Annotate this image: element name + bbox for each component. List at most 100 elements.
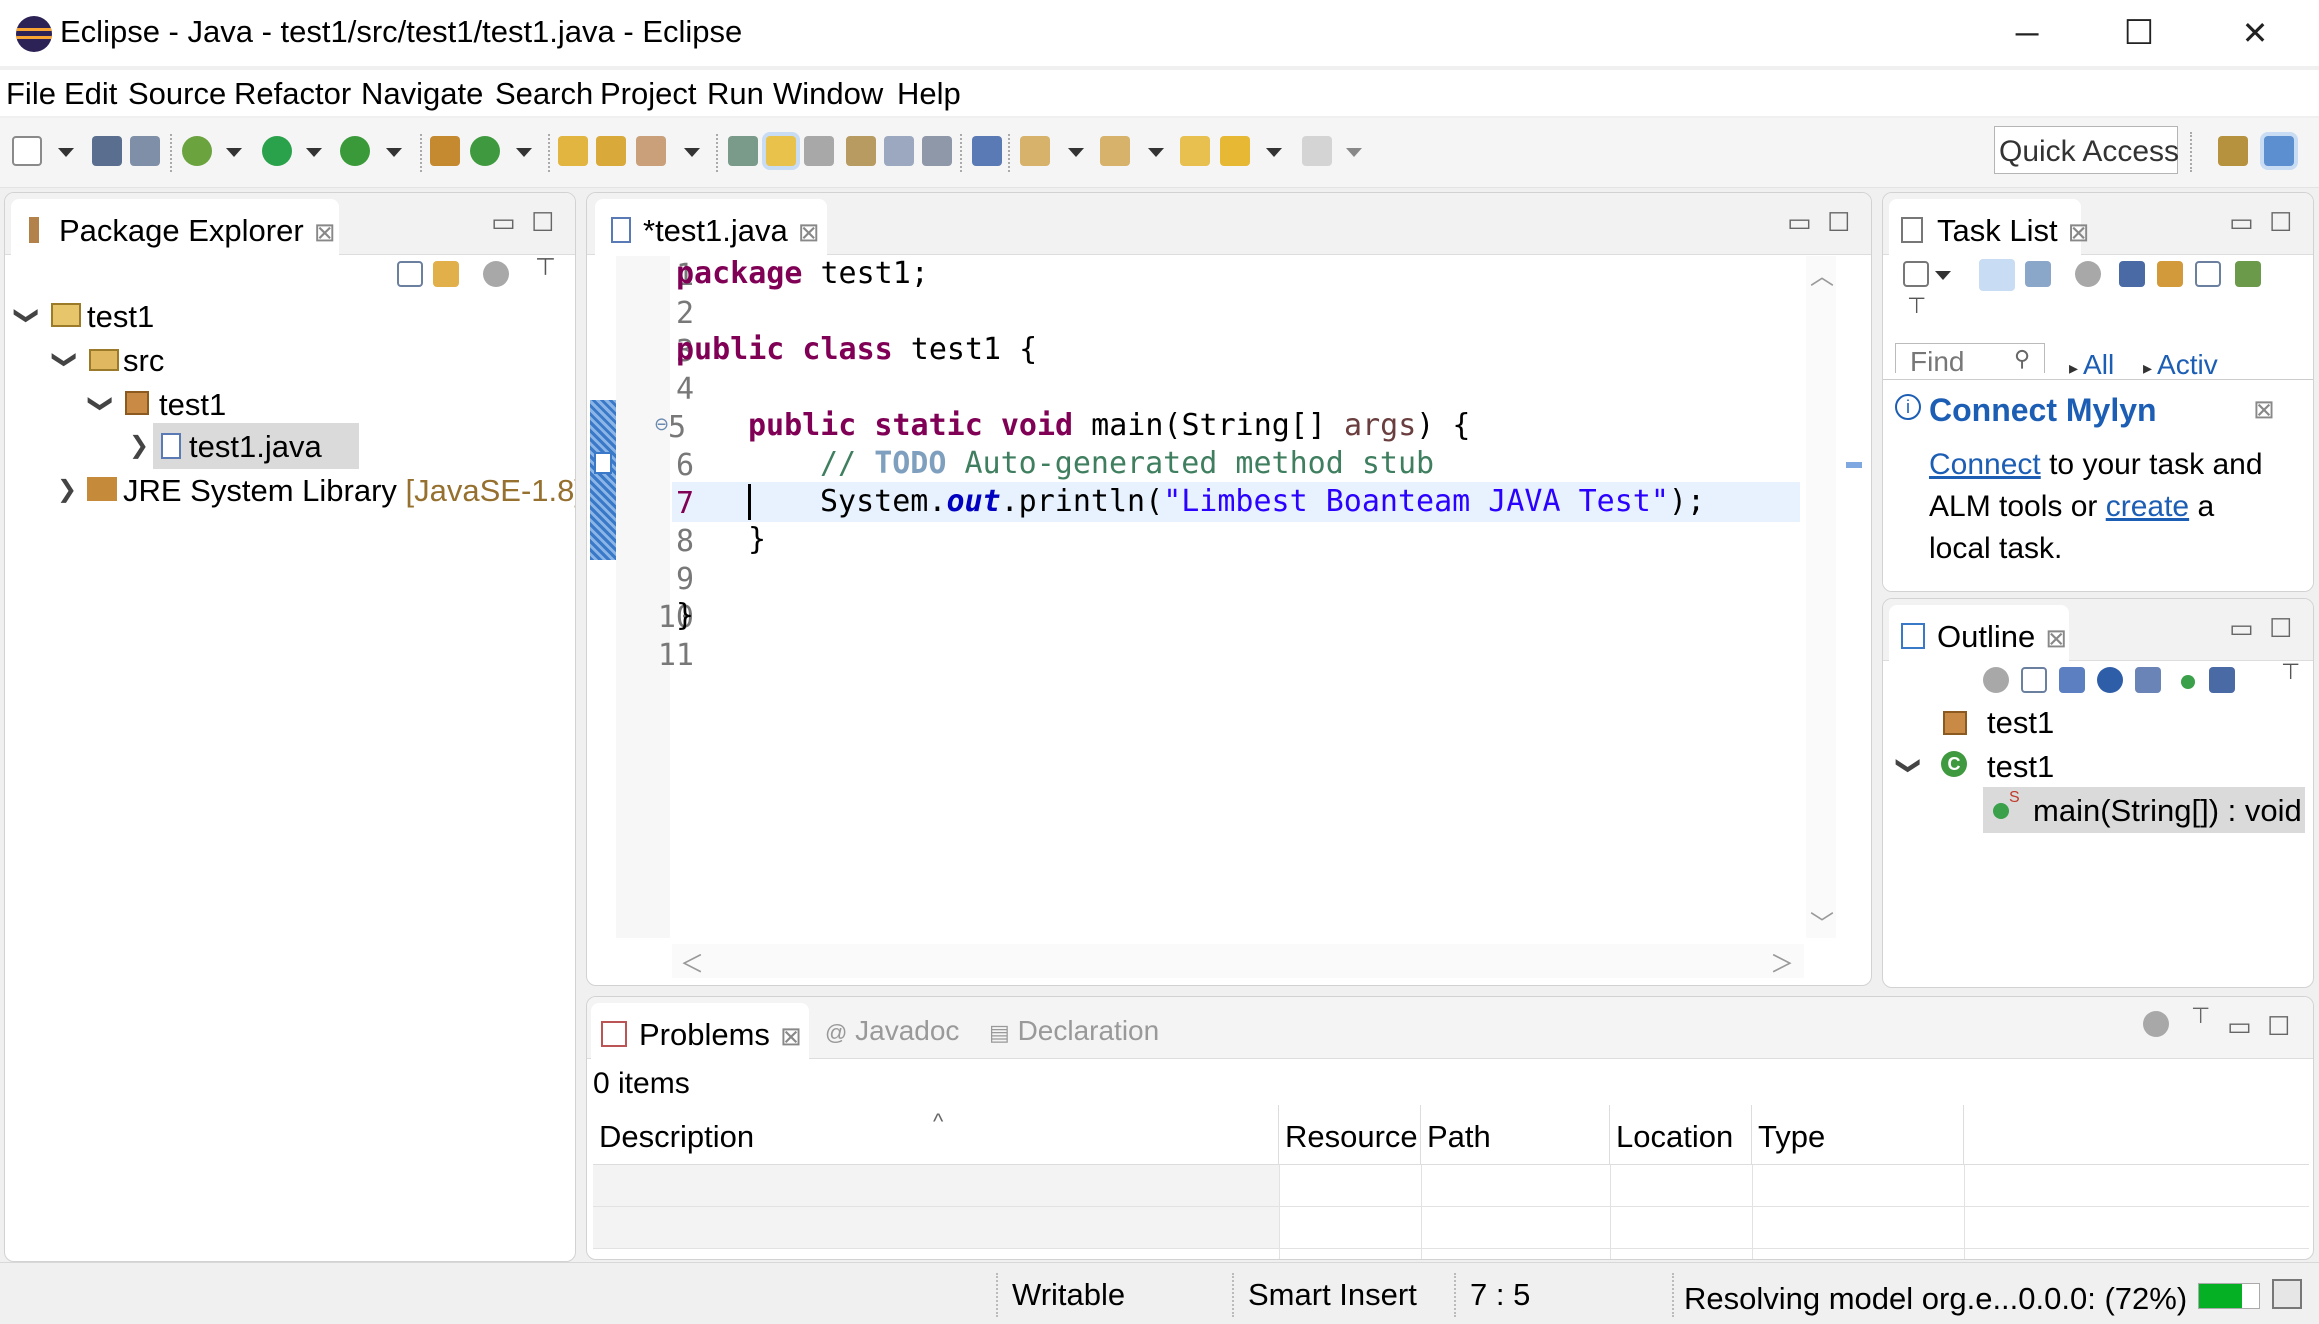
vertical-scrollbar[interactable]: ︿ ﹀ <box>1806 256 1836 938</box>
scheduled-icon[interactable] <box>2025 261 2051 287</box>
close-tab-icon[interactable]: ⊠ <box>780 1021 802 1051</box>
focus-active-task-icon[interactable] <box>2143 1011 2169 1037</box>
maximize-view-icon[interactable]: ☐ <box>2267 1011 2290 1042</box>
tab-declaration[interactable]: ▤ Declaration <box>989 1015 1159 1047</box>
menu-file[interactable]: File <box>6 76 56 112</box>
mark-occurrences-icon[interactable] <box>766 136 796 166</box>
expand-chevron-icon[interactable]: ❯ <box>87 393 116 413</box>
collapse-all-icon[interactable] <box>2021 667 2047 693</box>
connect-link[interactable]: Connect <box>1929 448 2041 481</box>
scroll-down-icon[interactable]: ﹀ <box>1810 904 1834 939</box>
filter-activ-link[interactable]: ▸ Activ <box>2143 349 2218 381</box>
tree-item-jre-library[interactable]: JRE System Library [JavaSE-1.8] <box>123 473 575 509</box>
maximize-view-icon[interactable]: ☐ <box>1827 207 1850 238</box>
hide-non-public-icon[interactable] <box>2181 675 2195 689</box>
open-type-icon[interactable] <box>558 136 588 166</box>
maximize-view-icon[interactable]: ☐ <box>2269 613 2292 644</box>
close-tab-icon[interactable]: ⊠ <box>2068 217 2090 247</box>
collapse-all-icon[interactable] <box>2195 261 2221 287</box>
toggle-ant-mark-icon[interactable] <box>728 136 758 166</box>
status-cursor-position[interactable]: 7 : 5 <box>1470 1277 1530 1313</box>
tree-item-test1-java[interactable]: test1.java <box>189 429 322 465</box>
column-type[interactable]: Type <box>1752 1105 1964 1165</box>
collapse-chevron-icon[interactable]: ❯ <box>129 431 149 460</box>
tab-problems[interactable]: Problems ⊠ <box>591 1003 809 1059</box>
save-all-icon[interactable] <box>130 136 160 166</box>
previous-annotation-icon[interactable] <box>1100 136 1130 166</box>
scroll-left-icon[interactable]: ＜ <box>680 944 704 979</box>
search-icon[interactable] <box>636 136 666 166</box>
minimize-view-icon[interactable]: ▭ <box>2229 613 2254 644</box>
menu-help[interactable]: Help <box>897 76 961 112</box>
new-java-class-icon[interactable] <box>470 136 500 166</box>
tab-task-list[interactable]: Task List ⊠ <box>1889 199 2089 255</box>
scroll-right-icon[interactable]: ＞ <box>1770 944 1794 979</box>
new-icon[interactable] <box>12 136 42 166</box>
tree-item-package[interactable]: test1 <box>159 387 226 423</box>
collapse-chevron-icon[interactable]: ❯ <box>57 475 77 504</box>
next-annotation-icon[interactable] <box>1020 136 1050 166</box>
categorized-icon[interactable] <box>1979 259 2015 291</box>
new-task-dropdown-icon[interactable] <box>1935 271 1951 280</box>
menu-navigate[interactable]: Navigate <box>361 76 483 112</box>
view-menu-icon[interactable]: ⊤ <box>535 253 556 282</box>
run-icon[interactable] <box>262 136 292 166</box>
show-whitespace-icon[interactable] <box>922 136 952 166</box>
tab-package-explorer[interactable]: Package Explorer ⊠ <box>11 199 339 255</box>
maximize-view-icon[interactable]: ☐ <box>531 207 554 238</box>
tab-javadoc[interactable]: @ Javadoc <box>825 1015 959 1047</box>
forward-dropdown-icon[interactable] <box>1346 148 1362 157</box>
debug-icon[interactable] <box>182 136 212 166</box>
view-menu-icon[interactable]: ⊤ <box>2191 1003 2210 1029</box>
close-button[interactable]: ✕ <box>2226 8 2284 58</box>
next-annotation-dropdown-icon[interactable] <box>1068 148 1084 157</box>
new-class-dropdown-icon[interactable] <box>516 148 532 157</box>
new-java-package-icon[interactable] <box>430 136 460 166</box>
last-edit-location-icon[interactable] <box>1180 136 1210 166</box>
outline-item-main[interactable]: main(String[]) : void <box>2033 793 2302 829</box>
scroll-up-icon[interactable]: ︿ <box>1810 256 1834 291</box>
run-dropdown-icon[interactable] <box>306 148 322 157</box>
debug-dropdown-icon[interactable] <box>226 148 242 157</box>
link-with-editor-icon[interactable] <box>433 261 459 287</box>
hide-local-types-icon[interactable] <box>2209 667 2235 693</box>
open-perspective-icon[interactable] <box>2218 136 2248 166</box>
external-tool-dropdown-icon[interactable] <box>386 148 402 157</box>
tree-item-project[interactable]: test1 <box>87 299 154 335</box>
hide-static-icon[interactable] <box>2135 667 2161 693</box>
block-selection-icon[interactable] <box>846 136 876 166</box>
focus-workweek-icon[interactable] <box>2075 261 2101 287</box>
minimize-view-icon[interactable]: ▭ <box>1787 207 1812 238</box>
minimize-button[interactable]: ─ <box>1998 8 2056 58</box>
tab-test1-java[interactable]: *test1.java ⊠ <box>595 199 827 255</box>
quick-access-field[interactable]: Quick Access <box>1994 126 2179 174</box>
minimize-view-icon[interactable]: ▭ <box>491 207 516 238</box>
menu-project[interactable]: Project <box>600 76 696 112</box>
java-perspective-icon[interactable] <box>2264 136 2294 166</box>
menu-run[interactable]: Run <box>707 76 764 112</box>
view-menu-icon[interactable]: ⊤ <box>2281 659 2300 685</box>
progress-view-icon[interactable] <box>2272 1279 2302 1309</box>
focus-on-active-task-icon[interactable] <box>483 261 509 287</box>
view-menu-icon[interactable]: ⊤ <box>1907 293 1926 319</box>
hide-completed-icon[interactable] <box>2119 261 2145 287</box>
status-insert-mode[interactable]: Smart Insert <box>1248 1277 1417 1313</box>
task-presentation-icon[interactable] <box>2235 261 2261 287</box>
column-resource[interactable]: Resource <box>1279 1105 1421 1165</box>
menu-refactor[interactable]: Refactor <box>234 76 351 112</box>
new-dropdown-icon[interactable] <box>58 148 74 157</box>
toggle-breadcrumb-icon[interactable] <box>804 136 834 166</box>
minimize-view-icon[interactable]: ▭ <box>2229 207 2254 238</box>
forward-icon[interactable] <box>1302 136 1332 166</box>
synchronize-icon[interactable] <box>2157 261 2183 287</box>
outline-item-class[interactable]: test1 <box>1987 749 2054 785</box>
save-icon[interactable] <box>92 136 122 166</box>
back-dropdown-icon[interactable] <box>1266 148 1282 157</box>
column-description[interactable]: Description ^ <box>593 1105 1279 1165</box>
expand-chevron-icon[interactable]: ❯ <box>51 349 80 369</box>
outline-item-package[interactable]: test1 <box>1987 705 2054 741</box>
column-path[interactable]: Path <box>1421 1105 1610 1165</box>
new-task-icon[interactable] <box>1903 261 1929 287</box>
skip-breakpoints-icon[interactable] <box>972 136 1002 166</box>
open-task-icon[interactable] <box>596 136 626 166</box>
